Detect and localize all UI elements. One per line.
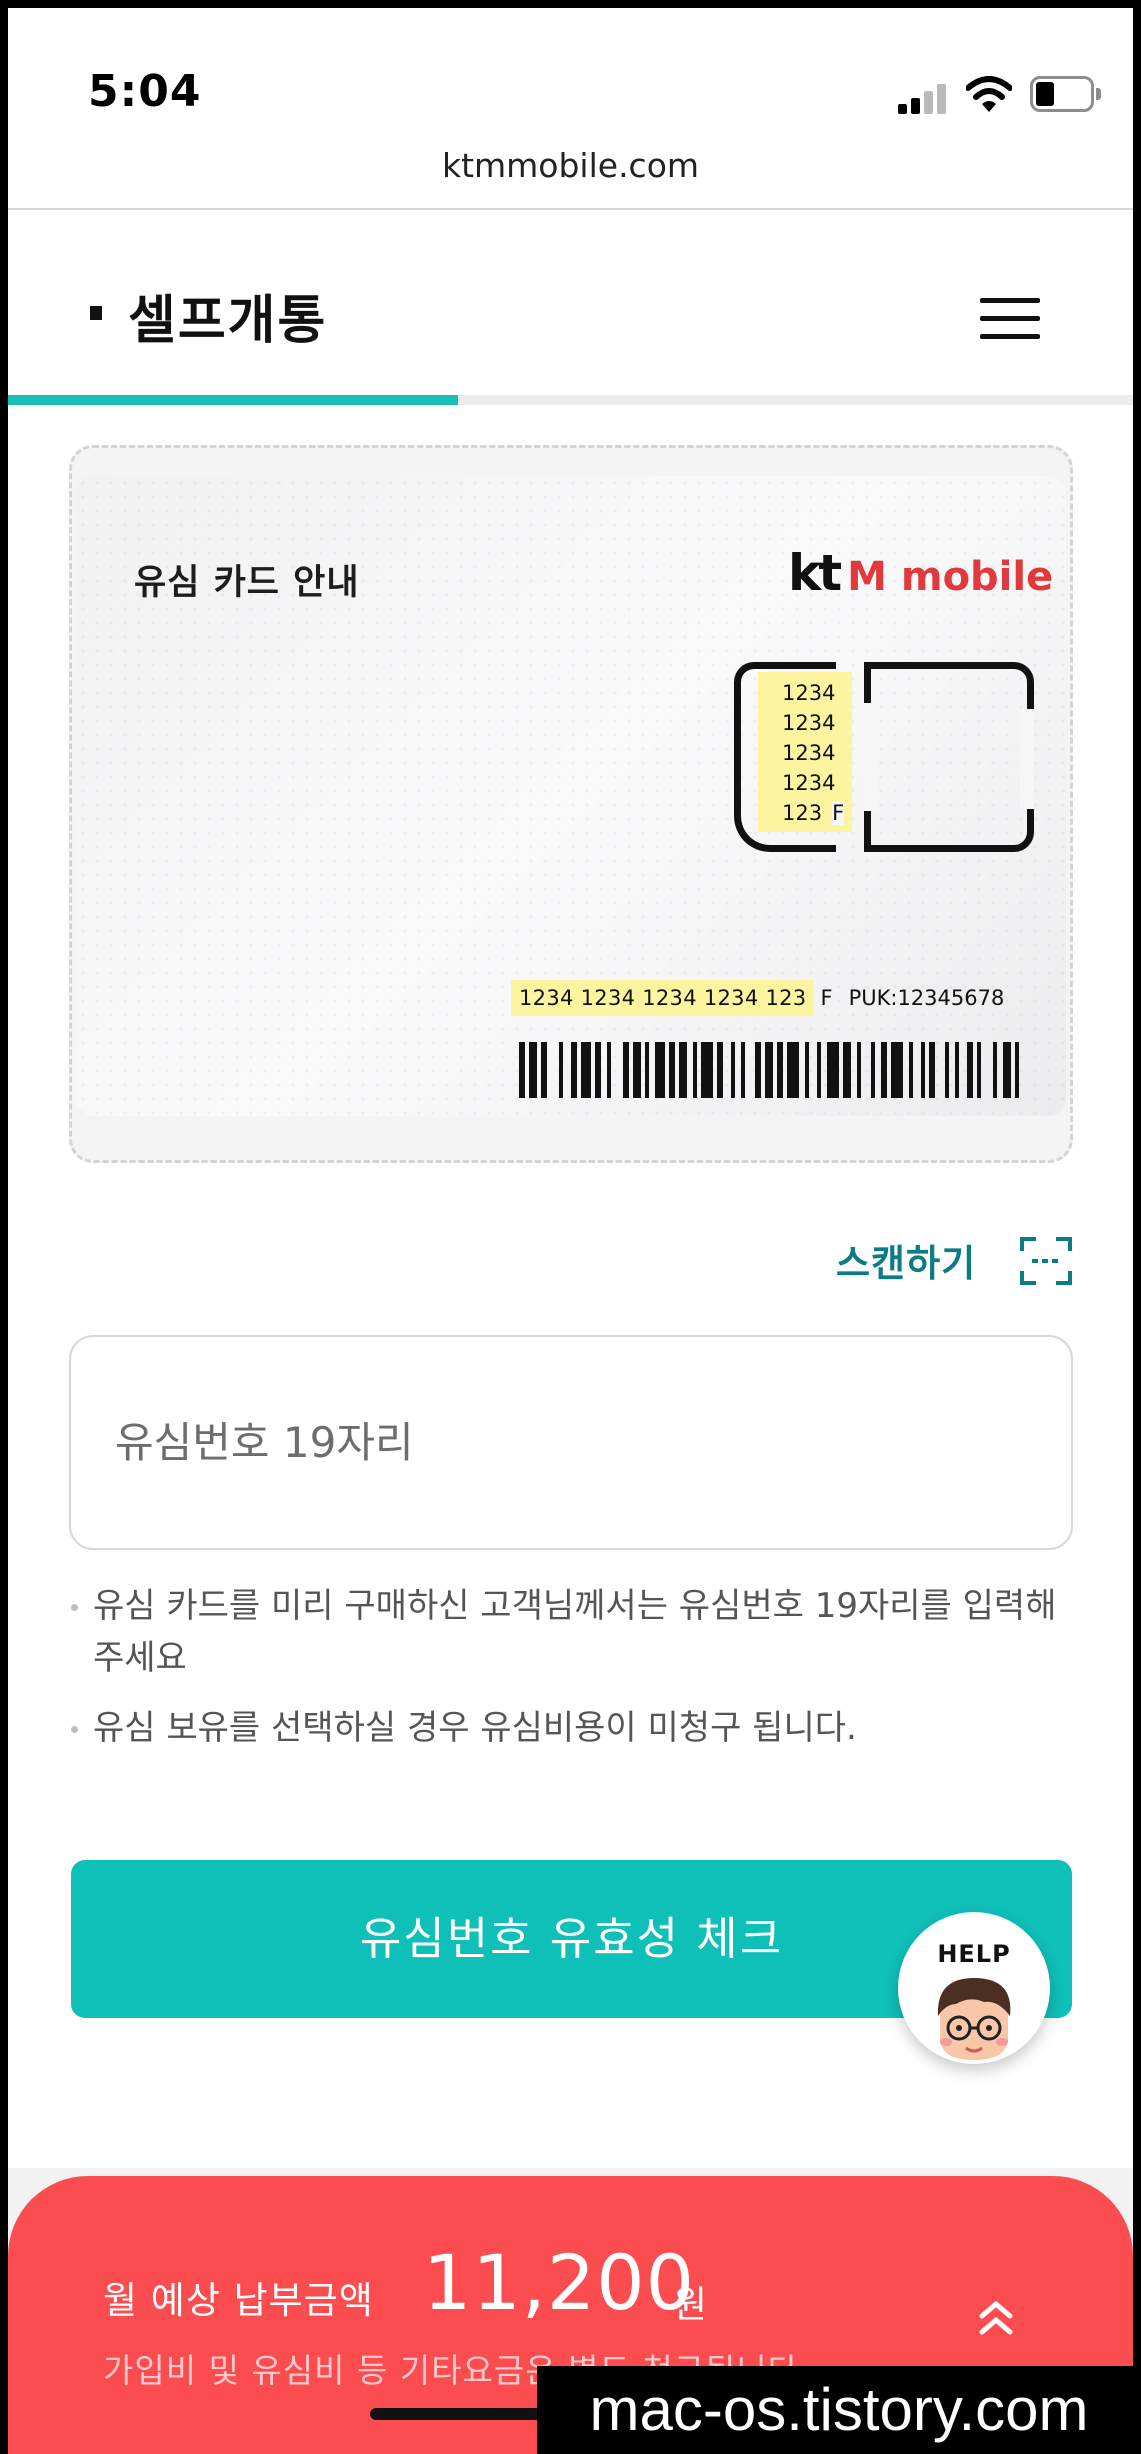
wifi-icon [966, 76, 1012, 112]
step-progress-bar [8, 395, 1133, 405]
help-button[interactable]: HELP [898, 1912, 1050, 2064]
scan-button[interactable]: 스캔하기 [836, 1233, 1072, 1291]
sim-chip: 1234 1234 1234 1234 123 F [734, 662, 1034, 852]
help-label: HELP [937, 1940, 1011, 1968]
divider [8, 208, 1133, 210]
scan-label: 스캔하기 [836, 1242, 977, 1285]
cellular-signal-icon [898, 82, 950, 114]
sim-serial-number: 1234 1234 1234 1234 123 [511, 980, 815, 1016]
step-progress-fill [8, 395, 458, 405]
kt-m-mobile-logo: kt M mobile [788, 544, 1054, 602]
scan-icon [1020, 1237, 1072, 1285]
puk-code: PUK:12345678 [848, 986, 1005, 1010]
notice-item: 유심 카드를 미리 구매하신 고객님께서는 유심번호 19자리를 입력해 주세요 [69, 1580, 1069, 1684]
sim-serial-row: 1234 1234 1234 1234 123 F PUK:12345678 [511, 980, 1004, 1026]
page-title: 셀프개통 [128, 291, 328, 351]
sim-number-input[interactable] [115, 1397, 1015, 1487]
browser-url[interactable]: ktmmobile.com [8, 146, 1133, 185]
phone-screen: 5:04 ktmmobile.com 셀프개통 유심 카드 안내 kt M mo… [8, 8, 1133, 2454]
chip-number-highlight: 1234 1234 1234 1234 123 F [758, 672, 852, 832]
status-time: 5:04 [88, 66, 202, 117]
sim-card-title: 유심 카드 안내 [134, 563, 360, 603]
title-bullet-icon [90, 306, 102, 320]
watermark: mac-os.tistory.com [537, 2366, 1141, 2454]
currency-unit: 원 [673, 2283, 708, 2326]
page-header: 셀프개통 [8, 218, 1133, 398]
monthly-payment-amount: 11,200 [423, 2238, 695, 2327]
battery-icon [1030, 76, 1102, 112]
barcode-image [519, 1042, 1019, 1098]
sim-card-image: 유심 카드 안내 kt M mobile 1234 1234 1234 1234 … [76, 476, 1066, 1116]
sim-card-guide: 유심 카드 안내 kt M mobile 1234 1234 1234 1234 … [69, 445, 1073, 1163]
help-character-icon [937, 1978, 1011, 2060]
hamburger-menu-icon[interactable] [980, 298, 1044, 342]
sim-number-field[interactable] [69, 1335, 1073, 1550]
status-bar: 5:04 [8, 8, 1133, 138]
monthly-payment-label: 월 예상 납부금액 [103, 2279, 374, 2322]
notice-item: 유심 보유를 선택하실 경우 유심비용이 미청구 됩니다. [69, 1702, 1069, 1754]
notice-list: 유심 카드를 미리 구매하신 고객님께서는 유심번호 19자리를 입력해 주세요… [69, 1580, 1069, 1772]
double-chevron-up-icon[interactable] [972, 2296, 1020, 2340]
